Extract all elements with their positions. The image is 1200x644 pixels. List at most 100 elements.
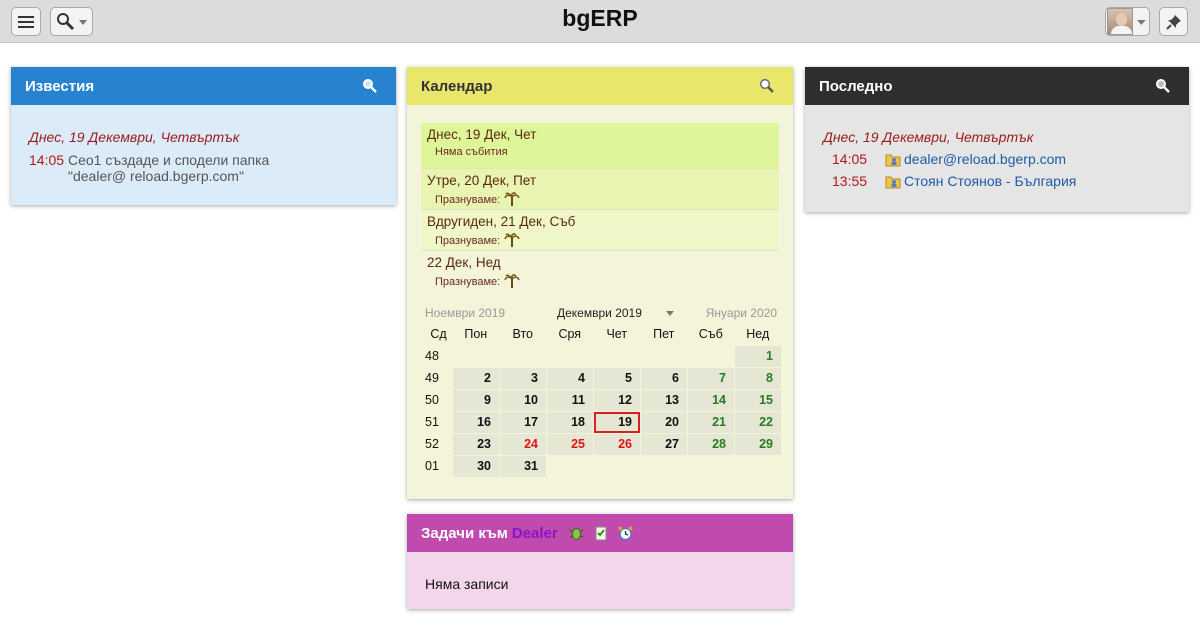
calendar-day[interactable]: 21 [687,412,734,433]
calendar-day[interactable]: 12 [593,390,640,411]
calendar-day[interactable]: 7 [687,368,734,389]
news-date-heading: Днес, 19 Декември, Четвъртък [29,129,240,145]
agenda-item-day-after[interactable]: Вдругиден, 21 Дек, Съб Празнуваме: [421,210,779,251]
recent-date-heading: Днес, 19 Декември, Четвъртък [823,129,1034,145]
calendar-day[interactable]: 23 [452,434,499,455]
calendar-week-row: 49 2 3 4 5 6 7 8 [421,368,782,390]
week-number[interactable]: 01 [421,456,452,477]
tasks-panel: Задачи към Dealer Няма записи [407,514,793,609]
calendar-week-row: 52 23 24 25 26 27 28 29 [421,434,782,456]
calendar-day[interactable]: 26 [593,434,640,455]
calendar-empty-cell [453,346,500,367]
calendar-day[interactable]: 13 [640,390,687,411]
calendar-day[interactable]: 29 [734,434,781,455]
search-icon[interactable] [759,78,775,94]
calendar-day[interactable]: 31 [499,456,546,477]
calendar-day-today[interactable]: 19 [593,412,640,433]
chevron-down-icon[interactable] [666,311,674,316]
agenda-date: Днес, 19 Дек, Чет [427,127,537,142]
palm-tree-icon [504,192,520,206]
agenda-item-tomorrow[interactable]: Утре, 20 Дек, Пет Празнуваме: [421,169,779,210]
month-calendar-grid: Сд Пон Вто Сря Чет Пет Съб Нед 48 1 49 2 3 4 5 6 7 8 50 9 10… [421,324,782,478]
weekday-header: Пет [653,327,675,341]
calendar-day[interactable]: 10 [499,390,546,411]
search-icon[interactable] [1155,78,1171,94]
calendar-day[interactable]: 22 [734,412,781,433]
agenda-date: Вдругиден, 21 Дек, Съб [427,214,576,229]
agenda-item-22[interactable]: 22 Дек, Нед Празнуваме: [421,251,779,292]
calendar-day[interactable]: 16 [452,412,499,433]
week-number[interactable]: 51 [421,412,452,433]
list-item[interactable]: 14:05 Ceo1 създаде и сподели папка "deal… [29,152,396,184]
tasks-panel-title: Задачи към [421,524,508,542]
calendar-empty-cell [594,346,641,367]
calendar-day[interactable]: 15 [734,390,781,411]
recent-panel-header: Последно [805,67,1189,105]
list-item[interactable]: 13:55 Стоян Стоянов - България [823,173,1189,189]
agenda-note: Няма събития [435,146,508,158]
news-panel-title: Известия [25,77,95,95]
calendar-day[interactable]: 6 [640,368,687,389]
agenda-note: Празнуваме: [435,275,501,288]
prev-month-link[interactable]: Ноември 2019 [425,306,505,320]
agenda-date: 22 Дек, Нед [427,255,501,270]
next-month-link[interactable]: Януари 2020 [706,306,777,320]
recent-panel: Последно Днес, 19 Декември, Четвъртък 14… [805,67,1189,212]
calendar-day[interactable]: 14 [687,390,734,411]
shared-folder-icon [885,154,901,166]
calendar-day[interactable]: 24 [499,434,546,455]
calendar-day[interactable]: 28 [687,434,734,455]
agenda-item-today[interactable]: Днес, 19 Дек, Чет Няма събития [421,123,779,169]
tasks-user-link[interactable]: Dealer [512,525,558,542]
recent-panel-title: Последно [819,77,893,95]
palm-tree-icon [504,233,520,247]
calendar-day[interactable]: 2 [452,368,499,389]
bug-icon[interactable] [568,525,585,541]
shared-folder-icon [885,176,901,188]
user-menu-button[interactable] [1105,7,1150,36]
agenda-note: Празнуваме: [435,234,501,247]
recent-item-time: 13:55 [832,173,868,189]
chevron-down-icon [1137,19,1147,25]
calendar-header-row: Сд Пон Вто Сря Чет Пет Съб Нед [421,324,782,346]
search-icon[interactable] [362,78,378,94]
pin-button[interactable] [1159,7,1188,36]
news-item-time: 14:05 [29,152,65,168]
calendar-day[interactable]: 4 [546,368,593,389]
calendar-day[interactable]: 17 [499,412,546,433]
calendar-day[interactable]: 8 [734,368,781,389]
recent-item-time: 14:05 [832,151,868,167]
calendar-day[interactable]: 30 [452,456,499,477]
calendar-day[interactable]: 9 [452,390,499,411]
pin-icon [1165,14,1181,30]
calendar-day[interactable]: 11 [546,390,593,411]
week-number[interactable]: 52 [421,434,452,455]
weekday-header: Сря [558,327,582,341]
agenda-note: Празнуваме: [435,193,501,206]
calendar-day[interactable]: 20 [640,412,687,433]
week-number[interactable]: 50 [421,390,452,411]
list-item[interactable]: 14:05 dealer@reload.bgerp.com [823,151,1189,167]
recent-item-link[interactable]: Стоян Стоянов - България [904,173,1076,189]
calendar-empty-cell [547,346,594,367]
calendar-empty-cell [688,346,735,367]
alarm-clock-icon[interactable] [617,525,634,541]
recent-item-link[interactable]: dealer@reload.bgerp.com [904,151,1066,167]
week-number[interactable]: 48 [421,346,452,367]
tasks-panel-header: Задачи към Dealer [407,514,793,552]
calendar-empty-cell [500,346,547,367]
calendar-day[interactable]: 18 [546,412,593,433]
month-navigation: Ноември 2019 Декември 2019 Януари 2020 [425,306,777,322]
calendar-day[interactable]: 27 [640,434,687,455]
calendar-week-row: 48 1 [421,346,782,368]
calendar-week-row: 50 9 10 11 12 13 14 15 [421,390,782,412]
checklist-icon[interactable] [593,525,609,541]
calendar-day[interactable]: 25 [546,434,593,455]
calendar-day[interactable]: 5 [593,368,640,389]
calendar-empty-cell [641,346,688,367]
calendar-day[interactable]: 3 [499,368,546,389]
app-title: bgERP [562,5,638,31]
calendar-day[interactable]: 1 [734,346,781,367]
week-number[interactable]: 49 [421,368,452,389]
current-month-select[interactable]: Декември 2019 [557,306,642,320]
